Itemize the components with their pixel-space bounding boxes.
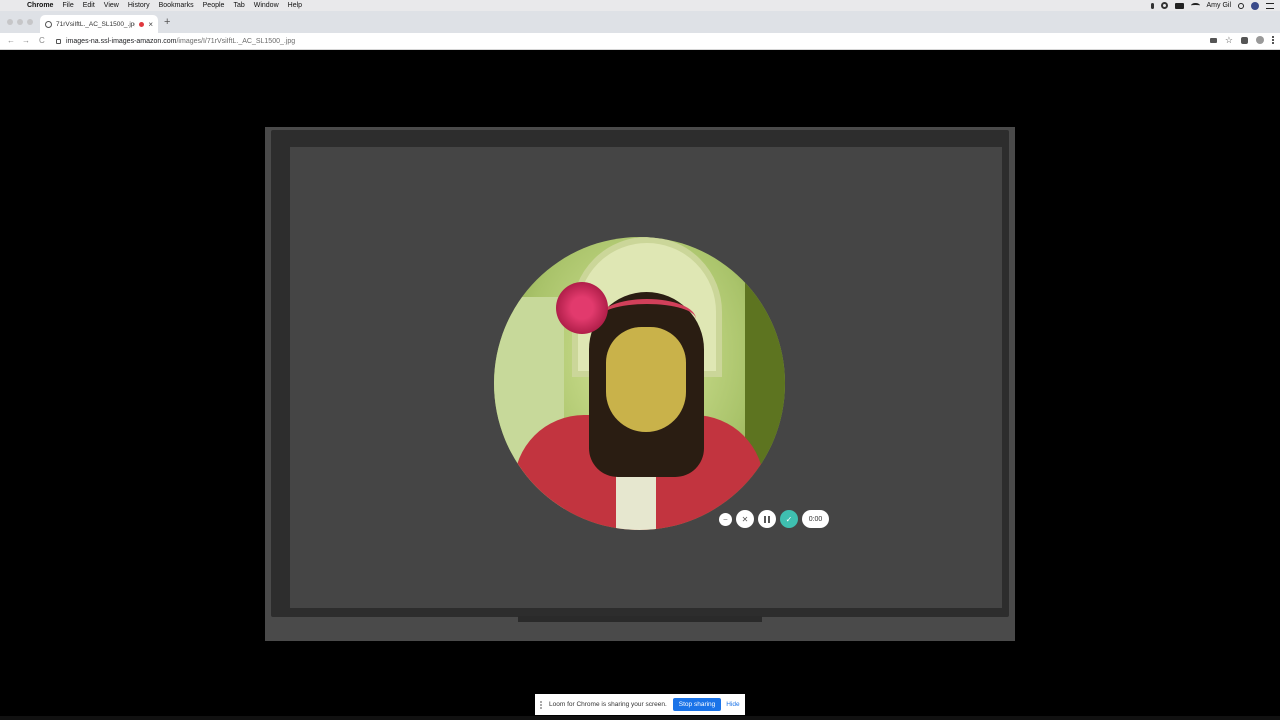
screen-mirror-icon[interactable]	[1174, 2, 1184, 9]
pause-recording-button[interactable]	[758, 510, 776, 528]
stop-sharing-button[interactable]: Stop sharing	[672, 698, 722, 711]
wifi-icon[interactable]	[1190, 3, 1200, 8]
lock-icon[interactable]	[56, 39, 61, 44]
mic-icon[interactable]	[1150, 2, 1154, 9]
url-host: images-na.ssl-images-amazon.com	[66, 38, 177, 45]
back-button[interactable]: ←	[7, 36, 15, 45]
tab-close-button[interactable]: ×	[148, 20, 153, 29]
menu-people[interactable]: People	[203, 0, 225, 11]
finish-recording-button[interactable]: ✓	[780, 510, 798, 528]
reload-button[interactable]: C	[39, 36, 45, 45]
bottom-edge	[0, 716, 1280, 720]
minimize-recorder-button[interactable]: –	[719, 512, 732, 526]
new-tab-button[interactable]: +	[164, 16, 170, 28]
menu-tab[interactable]: Tab	[233, 0, 244, 11]
spotlight-search-icon[interactable]	[1238, 2, 1244, 9]
hide-button[interactable]: Hide	[726, 701, 739, 708]
tab-strip: 71rVsiIftL._AC_SL1500_.jpg × +	[0, 11, 1280, 33]
url-path: /images/I/71rVsiIftL._AC_SL1500_.jpg	[176, 38, 296, 45]
camera-person-face	[606, 327, 686, 432]
browser-tab-active[interactable]: 71rVsiIftL._AC_SL1500_.jpg ×	[40, 15, 158, 33]
browser-toolbar: ← → C images-na.ssl-images-amazon.com/im…	[0, 33, 1280, 50]
camera-bubble[interactable]	[494, 237, 785, 530]
drag-handle-icon[interactable]	[540, 700, 544, 709]
share-message: Loom for Chrome is sharing your screen.	[549, 701, 667, 708]
cancel-recording-button[interactable]: ✕	[736, 510, 754, 528]
recording-timer: 0:00	[802, 510, 829, 528]
menu-view[interactable]: View	[104, 0, 119, 11]
minimize-window-button[interactable]	[17, 19, 23, 25]
menu-window[interactable]: Window	[254, 0, 279, 11]
profile-icon[interactable]	[1256, 36, 1264, 44]
recording-controls: – ✕ ✓ 0:00	[719, 509, 829, 529]
control-center-icon[interactable]	[1266, 2, 1274, 9]
globe-favicon-icon	[45, 20, 52, 28]
extensions-icon[interactable]	[1241, 36, 1248, 44]
zoom-window-button[interactable]	[27, 19, 33, 25]
camera-person-bow	[556, 282, 608, 334]
camera-icon[interactable]	[1209, 37, 1217, 43]
macos-menu-bar: Chrome File Edit View History Bookmarks …	[0, 0, 1280, 11]
recording-indicator-icon	[139, 21, 145, 27]
user-avatar-icon[interactable]	[1251, 1, 1259, 10]
tab-title: 71rVsiIftL._AC_SL1500_.jpg	[56, 20, 136, 28]
camera-person-headband	[598, 299, 696, 339]
user-name[interactable]: Amy Gil	[1207, 2, 1232, 9]
forward-button[interactable]: →	[22, 36, 30, 45]
chrome-menu-icon[interactable]	[1272, 36, 1274, 44]
window-controls	[7, 19, 33, 25]
menubar-status-area: Amy Gil	[1150, 0, 1274, 11]
bookmark-star-icon[interactable]: ☆	[1225, 36, 1233, 45]
menu-help[interactable]: Help	[288, 0, 302, 11]
pause-icon	[764, 515, 770, 523]
menu-edit[interactable]: Edit	[83, 0, 95, 11]
menu-bookmarks[interactable]: Bookmarks	[159, 0, 194, 11]
menu-app-chrome[interactable]: Chrome	[27, 0, 53, 11]
tv-stand	[518, 616, 762, 622]
brightness-icon[interactable]	[1160, 2, 1168, 9]
toolbar-actions: ☆	[1209, 36, 1274, 45]
screen-share-notification: Loom for Chrome is sharing your screen. …	[535, 694, 745, 715]
close-window-button[interactable]	[7, 19, 13, 25]
address-bar[interactable]: images-na.ssl-images-amazon.com/images/I…	[56, 35, 1226, 48]
menu-history[interactable]: History	[128, 0, 150, 11]
menu-file[interactable]: File	[62, 0, 73, 11]
